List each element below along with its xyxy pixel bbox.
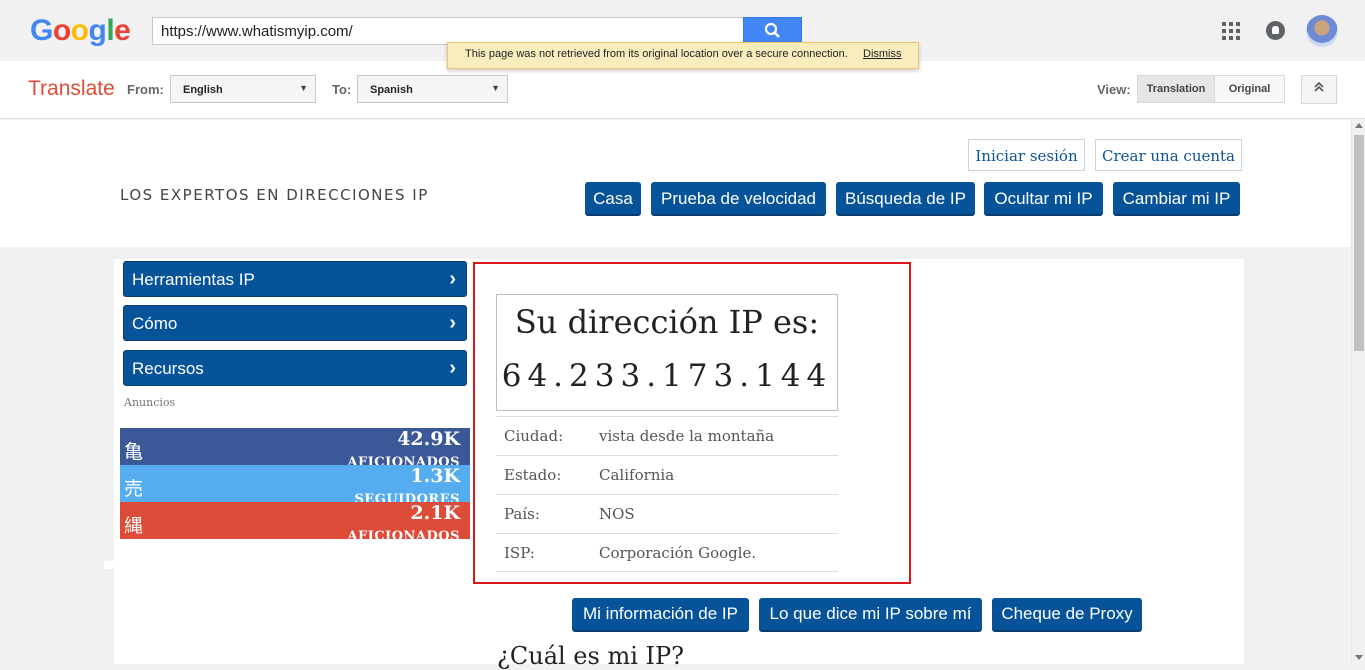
section-title: ¿Cuál es mi IP?	[497, 642, 685, 670]
social-facebook-widget[interactable]: 亀 42.9K AFICIONADOS	[120, 428, 470, 465]
social-unit: SEGUIDORES	[354, 492, 460, 502]
chevron-right-icon: ›	[449, 312, 456, 334]
avatar[interactable]	[1306, 15, 1338, 47]
apps-grid-icon[interactable]	[1222, 22, 1240, 40]
social-count: 42.9K	[397, 428, 460, 450]
view-label: View:	[1097, 82, 1131, 97]
translate-bar: Translate From: English ▼ To: Spanish ▼ …	[0, 61, 1365, 119]
scroll-up-arrow-icon[interactable]	[1355, 123, 1363, 128]
google-logo[interactable]: Google	[30, 14, 131, 48]
detail-key: ISP:	[504, 544, 535, 562]
nav-speed-test[interactable]: Prueba de velocidad	[651, 182, 826, 216]
detail-key: Ciudad:	[504, 427, 564, 445]
to-label: To:	[332, 82, 352, 97]
search-button[interactable]	[743, 17, 802, 45]
scrollbar-thumb[interactable]	[1354, 135, 1364, 351]
scroll-down-arrow-icon[interactable]	[1355, 655, 1363, 660]
social-glyph: 縄	[124, 516, 144, 537]
what-ip-says-button[interactable]: Lo que dice mi IP sobre mí	[759, 598, 982, 632]
social-unit: AFICIONADOS	[347, 529, 460, 539]
translation-view-button[interactable]: Translation	[1137, 75, 1215, 103]
search-icon	[764, 22, 780, 38]
ad-spacer	[104, 561, 284, 569]
chevron-right-icon: ›	[449, 357, 456, 379]
page-scrollbar[interactable]	[1351, 120, 1365, 664]
bell-icon[interactable]	[1266, 21, 1285, 40]
detail-key: País:	[504, 505, 540, 523]
chevron-double-up-icon	[1314, 81, 1324, 92]
sidebar-item-label: Cómo	[132, 314, 178, 333]
sidebar-item-how-to[interactable]: Cómo ›	[123, 305, 467, 341]
logo-letter: g	[88, 14, 107, 47]
from-language-value: English	[183, 84, 223, 96]
detail-key: Estado:	[504, 466, 562, 484]
chevron-right-icon: ›	[449, 268, 456, 290]
nav-hide-ip[interactable]: Ocultar mi IP	[984, 182, 1103, 216]
detail-value: vista desde la montaña	[599, 427, 775, 445]
social-unit: AFICIONADOS	[347, 455, 460, 465]
to-language-value: Spanish	[370, 84, 413, 96]
collapse-button[interactable]	[1301, 75, 1337, 104]
logo-letter: o	[52, 14, 71, 47]
dropdown-arrow-icon: ▼	[299, 83, 308, 93]
nav-ip-lookup[interactable]: Búsqueda de IP	[836, 182, 975, 216]
proxy-check-button[interactable]: Cheque de Proxy	[992, 598, 1142, 632]
to-language-select[interactable]: Spanish ▼	[357, 75, 508, 103]
ip-detail-row-city: Ciudad: vista desde la montaña	[496, 416, 838, 455]
translate-title: Translate	[28, 77, 115, 100]
sidebar: Herramientas IP › Cómo › Recursos › Anun…	[114, 259, 472, 564]
url-input[interactable]: https://www.whatismyip.com/	[152, 17, 743, 45]
site-tagline: LOS EXPERTOS EN DIRECCIONES IP	[120, 186, 429, 204]
insecure-connection-notice: This page was not retrieved from its ori…	[447, 42, 919, 69]
logo-letter: o	[70, 14, 89, 47]
social-glyph: 亀	[124, 442, 144, 463]
dismiss-link[interactable]: Dismiss	[863, 48, 902, 60]
sidebar-item-ip-tools[interactable]: Herramientas IP ›	[123, 261, 467, 297]
ip-address-value: 64.233.173.144	[501, 358, 833, 394]
ip-address-box: Su dirección IP es: 64.233.173.144	[496, 294, 838, 411]
social-googleplus-widget[interactable]: 縄 2.1K AFICIONADOS	[120, 502, 470, 539]
ads-label: Anuncios	[124, 396, 176, 409]
logo-letter: G	[30, 14, 53, 47]
logo-letter: l	[106, 14, 115, 47]
social-count: 1.3K	[410, 465, 460, 487]
detail-value: Corporación Google.	[599, 544, 757, 562]
social-twitter-widget[interactable]: 売 1.3K SEGUIDORES	[120, 465, 470, 502]
login-button[interactable]: Iniciar sesión	[968, 139, 1085, 171]
nav-home[interactable]: Casa	[585, 182, 641, 216]
ip-detail-row-state: Estado: California	[496, 455, 838, 494]
social-count: 2.1K	[410, 502, 460, 524]
detail-value: California	[599, 466, 675, 484]
ip-detail-row-country: País: NOS	[496, 494, 838, 533]
sidebar-item-label: Recursos	[132, 359, 204, 378]
signup-button[interactable]: Crear una cuenta	[1095, 139, 1242, 171]
notice-text: This page was not retrieved from its ori…	[465, 48, 848, 60]
ip-detail-row-isp: ISP: Corporación Google.	[496, 533, 838, 572]
social-glyph: 売	[124, 479, 144, 500]
site-header: LOS EXPERTOS EN DIRECCIONES IP Iniciar s…	[0, 120, 1351, 247]
ip-heading: Su dirección IP es:	[514, 303, 820, 341]
dropdown-arrow-icon: ▼	[491, 83, 500, 93]
original-view-button[interactable]: Original	[1214, 75, 1285, 103]
nav-change-ip[interactable]: Cambiar mi IP	[1113, 182, 1240, 216]
my-ip-info-button[interactable]: Mi información de IP	[572, 598, 749, 632]
from-language-select[interactable]: English ▼	[170, 75, 316, 103]
logo-letter: e	[114, 14, 131, 47]
detail-value: NOS	[599, 505, 635, 523]
sidebar-item-label: Herramientas IP	[132, 270, 255, 289]
from-label: From:	[127, 82, 164, 97]
sidebar-item-resources[interactable]: Recursos ›	[123, 350, 467, 386]
